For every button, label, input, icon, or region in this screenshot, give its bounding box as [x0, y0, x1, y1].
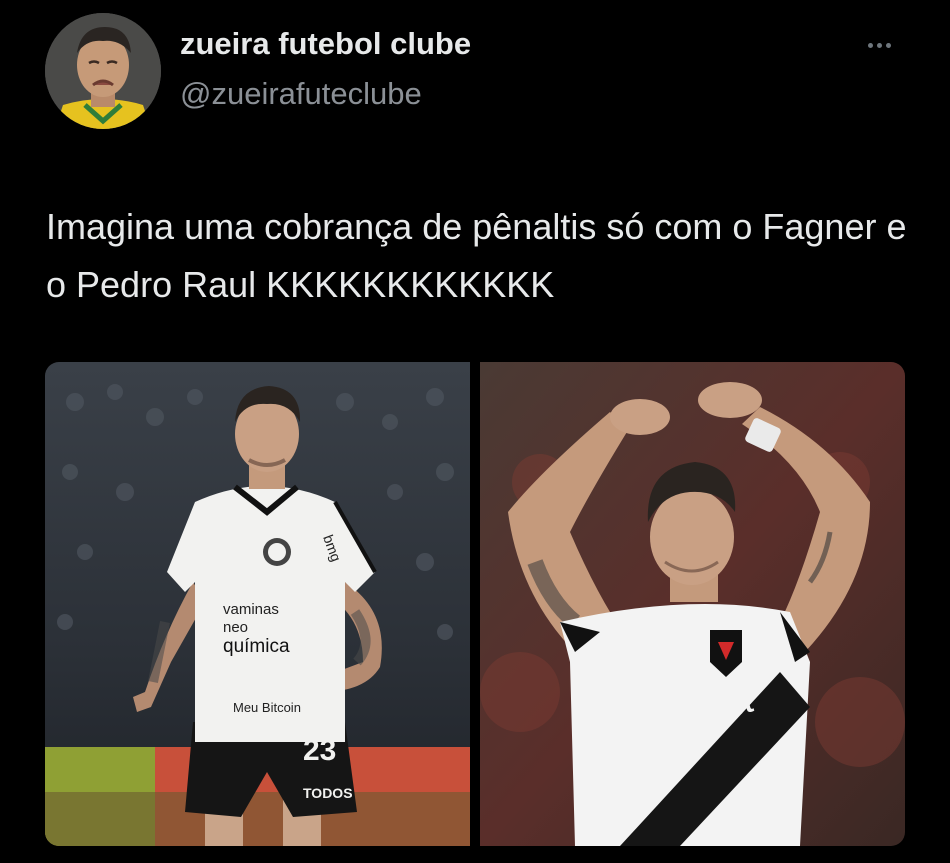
jersey-text-line1: vaminas: [223, 601, 279, 618]
avatar-image: [45, 13, 161, 129]
avatar[interactable]: [45, 13, 161, 129]
tweet-media[interactable]: vaminas neo química Meu Bitcoin bmg 23 T…: [45, 362, 905, 846]
media-photo-right[interactable]: pixbet: [480, 362, 905, 846]
user-handle[interactable]: @zueirafuteclube: [180, 76, 422, 112]
tweet-card: zueira futebol clube @zueirafuteclube Im…: [0, 0, 950, 863]
shorts-sponsor: TODOS: [303, 785, 353, 801]
shorts-number: 23: [303, 734, 336, 767]
media-photo-left[interactable]: vaminas neo química Meu Bitcoin bmg 23 T…: [45, 362, 470, 846]
jersey-text-line3: química: [223, 636, 290, 657]
tweet-text: Imagina uma cobrança de pênaltis só com …: [46, 206, 907, 305]
more-horizontal-icon[interactable]: [868, 38, 904, 52]
jersey-sponsor: Meu Bitcoin: [233, 700, 301, 715]
jersey-text-line2: neo: [223, 619, 248, 636]
display-name[interactable]: zueira futebol clube: [180, 26, 471, 62]
